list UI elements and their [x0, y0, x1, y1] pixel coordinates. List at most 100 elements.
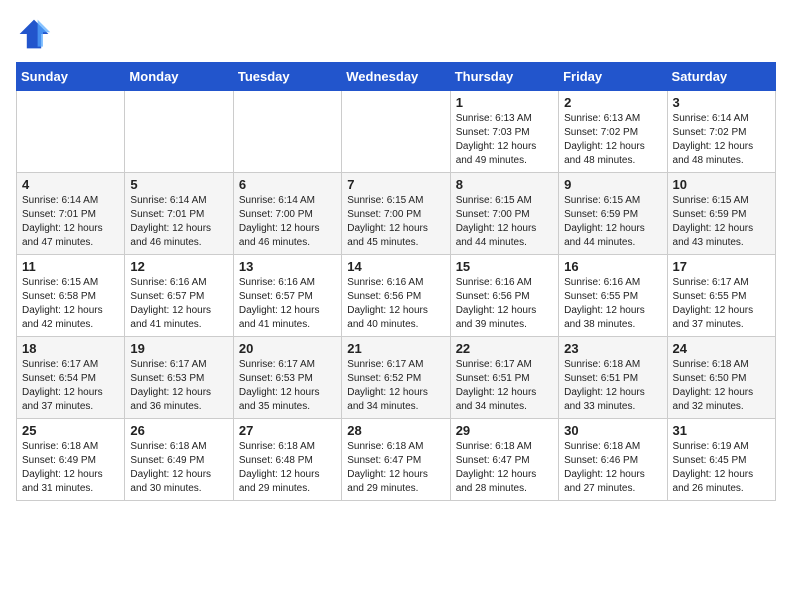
day-number: 6: [239, 177, 336, 192]
calendar-cell: 28Sunrise: 6:18 AM Sunset: 6:47 PM Dayli…: [342, 419, 450, 501]
day-number: 9: [564, 177, 661, 192]
day-number: 20: [239, 341, 336, 356]
day-number: 24: [673, 341, 770, 356]
day-number: 15: [456, 259, 553, 274]
day-number: 31: [673, 423, 770, 438]
day-info: Sunrise: 6:17 AM Sunset: 6:53 PM Dayligh…: [130, 358, 227, 414]
calendar-cell: 15 Sunrise: 6:16 AM Sunset: 6:56 PM Dayli…: [450, 255, 558, 337]
day-info: Sunrise: 6:16 AM Sunset: 6:56 PM Dayligh…: [347, 276, 444, 332]
calendar-cell: 16 Sunrise: 6:16 AM Sunset: 6:55 PM Dayli…: [559, 255, 667, 337]
day-info: Sunrise: 6:15 AM Sunset: 7:00 PM Dayligh…: [347, 194, 444, 250]
calendar-week-row: 1Sunrise: 6:13 AM Sunset: 7:03 PM Daylig…: [17, 91, 776, 173]
day-number: 10: [673, 177, 770, 192]
calendar-cell: 26Sunrise: 6:18 AM Sunset: 6:49 PM Dayli…: [125, 419, 233, 501]
calendar-cell: 31 Sunrise: 6:19 AM Sunset: 6:45 PM Dayli…: [667, 419, 775, 501]
calendar-cell: 3Sunrise: 6:14 AM Sunset: 7:02 PM Daylig…: [667, 91, 775, 173]
calendar-week-row: 18 Sunrise: 6:17 AM Sunset: 6:54 PM Dayli…: [17, 337, 776, 419]
calendar-cell: [17, 91, 125, 173]
calendar-cell: 4 Sunrise: 6:14 AM Sunset: 7:01 PM Daylig…: [17, 173, 125, 255]
calendar-cell: 2 Sunrise: 6:13 AM Sunset: 7:02 PM Daylig…: [559, 91, 667, 173]
calendar-week-row: 4 Sunrise: 6:14 AM Sunset: 7:01 PM Daylig…: [17, 173, 776, 255]
calendar-cell: 20Sunrise: 6:17 AM Sunset: 6:53 PM Dayli…: [233, 337, 341, 419]
day-number: 18: [22, 341, 119, 356]
calendar-cell: 12Sunrise: 6:16 AM Sunset: 6:57 PM Dayli…: [125, 255, 233, 337]
calendar-week-row: 25 Sunrise: 6:18 AM Sunset: 6:49 PM Dayli…: [17, 419, 776, 501]
day-number: 11: [22, 259, 119, 274]
day-number: 17: [673, 259, 770, 274]
day-number: 14: [347, 259, 444, 274]
logo-icon: [16, 16, 52, 52]
day-number: 13: [239, 259, 336, 274]
calendar-cell: 22 Sunrise: 6:17 AM Sunset: 6:51 PM Dayli…: [450, 337, 558, 419]
calendar-table: SundayMondayTuesdayWednesdayThursdayFrid…: [16, 62, 776, 501]
day-header-monday: Monday: [125, 63, 233, 91]
calendar-cell: 18 Sunrise: 6:17 AM Sunset: 6:54 PM Dayli…: [17, 337, 125, 419]
day-info: Sunrise: 6:16 AM Sunset: 6:56 PM Dayligh…: [456, 276, 553, 332]
day-number: 27: [239, 423, 336, 438]
day-info: Sunrise: 6:17 AM Sunset: 6:55 PM Dayligh…: [673, 276, 770, 332]
day-number: 19: [130, 341, 227, 356]
calendar-cell: 5 Sunrise: 6:14 AM Sunset: 7:01 PM Daylig…: [125, 173, 233, 255]
calendar-cell: 27 Sunrise: 6:18 AM Sunset: 6:48 PM Dayli…: [233, 419, 341, 501]
day-number: 21: [347, 341, 444, 356]
calendar-cell: [125, 91, 233, 173]
day-number: 1: [456, 95, 553, 110]
day-info: Sunrise: 6:14 AM Sunset: 7:02 PM Dayligh…: [673, 112, 770, 168]
calendar-cell: 30Sunrise: 6:18 AM Sunset: 6:46 PM Dayli…: [559, 419, 667, 501]
day-number: 25: [22, 423, 119, 438]
calendar-cell: [233, 91, 341, 173]
day-info: Sunrise: 6:13 AM Sunset: 7:02 PM Dayligh…: [564, 112, 661, 168]
day-info: Sunrise: 6:14 AM Sunset: 7:01 PM Dayligh…: [22, 194, 119, 250]
day-number: 28: [347, 423, 444, 438]
day-info: Sunrise: 6:18 AM Sunset: 6:48 PM Dayligh…: [239, 440, 336, 496]
day-info: Sunrise: 6:18 AM Sunset: 6:47 PM Dayligh…: [456, 440, 553, 496]
day-header-wednesday: Wednesday: [342, 63, 450, 91]
day-info: Sunrise: 6:17 AM Sunset: 6:51 PM Dayligh…: [456, 358, 553, 414]
calendar-cell: 19 Sunrise: 6:17 AM Sunset: 6:53 PM Dayli…: [125, 337, 233, 419]
day-info: Sunrise: 6:14 AM Sunset: 7:01 PM Dayligh…: [130, 194, 227, 250]
day-info: Sunrise: 6:18 AM Sunset: 6:50 PM Dayligh…: [673, 358, 770, 414]
calendar-cell: 25 Sunrise: 6:18 AM Sunset: 6:49 PM Dayli…: [17, 419, 125, 501]
calendar-cell: [342, 91, 450, 173]
calendar-cell: 9 Sunrise: 6:15 AM Sunset: 6:59 PM Daylig…: [559, 173, 667, 255]
calendar-cell: 11 Sunrise: 6:15 AM Sunset: 6:58 PM Dayli…: [17, 255, 125, 337]
day-info: Sunrise: 6:15 AM Sunset: 6:59 PM Dayligh…: [673, 194, 770, 250]
day-number: 5: [130, 177, 227, 192]
calendar-cell: 23Sunrise: 6:18 AM Sunset: 6:51 PM Dayli…: [559, 337, 667, 419]
calendar-cell: 24 Sunrise: 6:18 AM Sunset: 6:50 PM Dayli…: [667, 337, 775, 419]
calendar-cell: 17 Sunrise: 6:17 AM Sunset: 6:55 PM Dayli…: [667, 255, 775, 337]
day-info: Sunrise: 6:16 AM Sunset: 6:57 PM Dayligh…: [239, 276, 336, 332]
day-info: Sunrise: 6:15 AM Sunset: 6:58 PM Dayligh…: [22, 276, 119, 332]
calendar-week-row: 11 Sunrise: 6:15 AM Sunset: 6:58 PM Dayli…: [17, 255, 776, 337]
calendar-cell: 29 Sunrise: 6:18 AM Sunset: 6:47 PM Dayli…: [450, 419, 558, 501]
day-info: Sunrise: 6:15 AM Sunset: 6:59 PM Dayligh…: [564, 194, 661, 250]
calendar-cell: 14 Sunrise: 6:16 AM Sunset: 6:56 PM Dayli…: [342, 255, 450, 337]
day-info: Sunrise: 6:19 AM Sunset: 6:45 PM Dayligh…: [673, 440, 770, 496]
day-number: 7: [347, 177, 444, 192]
day-number: 23: [564, 341, 661, 356]
day-number: 4: [22, 177, 119, 192]
calendar-cell: 21 Sunrise: 6:17 AM Sunset: 6:52 PM Dayli…: [342, 337, 450, 419]
day-header-sunday: Sunday: [17, 63, 125, 91]
day-info: Sunrise: 6:16 AM Sunset: 6:55 PM Dayligh…: [564, 276, 661, 332]
calendar-cell: 10 Sunrise: 6:15 AM Sunset: 6:59 PM Dayli…: [667, 173, 775, 255]
day-header-tuesday: Tuesday: [233, 63, 341, 91]
day-info: Sunrise: 6:16 AM Sunset: 6:57 PM Dayligh…: [130, 276, 227, 332]
page-header: [16, 16, 776, 52]
logo: [16, 16, 58, 52]
day-info: Sunrise: 6:17 AM Sunset: 6:54 PM Dayligh…: [22, 358, 119, 414]
day-info: Sunrise: 6:15 AM Sunset: 7:00 PM Dayligh…: [456, 194, 553, 250]
calendar-cell: 6 Sunrise: 6:14 AM Sunset: 7:00 PM Daylig…: [233, 173, 341, 255]
day-number: 2: [564, 95, 661, 110]
day-number: 22: [456, 341, 553, 356]
calendar-header-row: SundayMondayTuesdayWednesdayThursdayFrid…: [17, 63, 776, 91]
day-info: Sunrise: 6:18 AM Sunset: 6:49 PM Dayligh…: [22, 440, 119, 496]
day-info: Sunrise: 6:14 AM Sunset: 7:00 PM Dayligh…: [239, 194, 336, 250]
day-number: 8: [456, 177, 553, 192]
day-header-thursday: Thursday: [450, 63, 558, 91]
calendar-cell: 13 Sunrise: 6:16 AM Sunset: 6:57 PM Dayli…: [233, 255, 341, 337]
day-number: 16: [564, 259, 661, 274]
day-number: 29: [456, 423, 553, 438]
day-header-saturday: Saturday: [667, 63, 775, 91]
day-info: Sunrise: 6:17 AM Sunset: 6:52 PM Dayligh…: [347, 358, 444, 414]
